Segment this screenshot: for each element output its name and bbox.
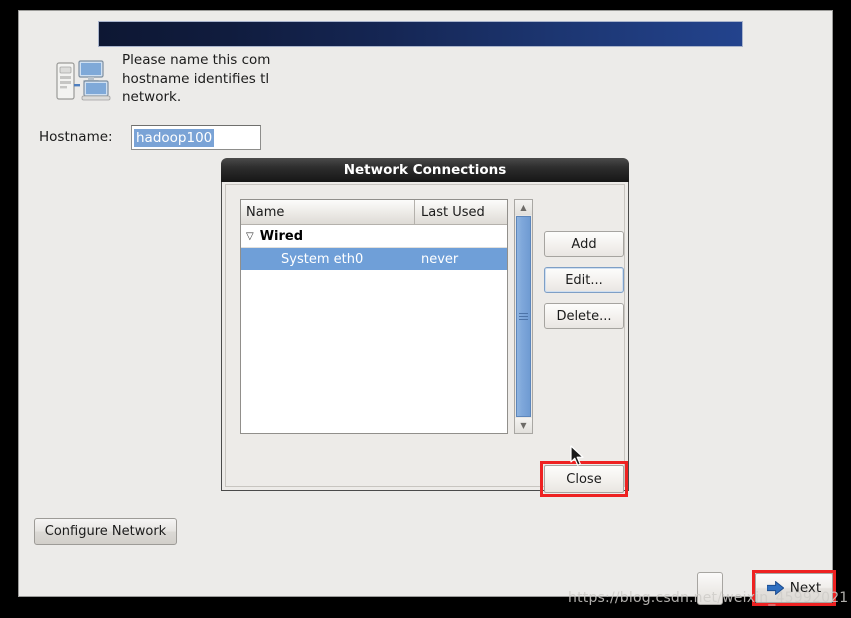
connections-list[interactable]: Name Last Used ▽ Wired System eth0 never xyxy=(240,199,508,434)
chevron-down-icon[interactable]: ▽ xyxy=(246,231,254,242)
configure-network-button[interactable]: Configure Network xyxy=(34,518,177,545)
intro-line-3: network. xyxy=(122,89,182,105)
installer-banner xyxy=(98,21,743,47)
scroll-up-icon[interactable]: ▲ xyxy=(515,200,532,215)
table-row[interactable]: System eth0 never xyxy=(241,248,507,270)
connections-list-header: Name Last Used xyxy=(241,200,507,225)
connection-group-label: Wired xyxy=(259,228,304,244)
intro-line-2: hostname identifies tl xyxy=(122,70,270,87)
connection-last-used: never xyxy=(421,251,459,267)
intro-text: Please name this com hostname identifies… xyxy=(122,51,273,107)
intro-block: Please name this com hostname identifies… xyxy=(39,49,459,111)
network-computers-icon xyxy=(56,60,111,101)
column-header-last-used[interactable]: Last Used xyxy=(415,200,507,224)
dialog-inner-frame: Name Last Used ▽ Wired System eth0 never xyxy=(225,184,628,497)
intro-line-1: Please name this com xyxy=(122,52,271,68)
column-header-name[interactable]: Name xyxy=(241,200,414,224)
close-annotation-highlight xyxy=(540,461,628,497)
delete-connection-button[interactable]: Delete... xyxy=(544,303,624,329)
dialog-titlebar: Network Connections xyxy=(221,158,629,182)
scroll-down-icon[interactable]: ▼ xyxy=(515,418,532,433)
network-connections-dialog: Network Connections Name Last Used ▽ Wir… xyxy=(221,158,629,497)
list-scrollbar[interactable]: ▲ ▼ xyxy=(514,199,533,434)
dialog-title: Network Connections xyxy=(343,162,507,178)
watermark: https://blog.csdn.net/weixin_45992021 xyxy=(568,590,849,606)
hostname-input[interactable]: hadoop100 xyxy=(131,125,261,150)
edit-connection-button[interactable]: Edit... xyxy=(544,267,624,293)
hostname-input-value: hadoop100 xyxy=(134,129,215,147)
scrollbar-grip-icon xyxy=(519,311,528,322)
hostname-label: Hostname: xyxy=(39,129,113,145)
close-button-group: Close xyxy=(540,461,628,497)
scrollbar-thumb[interactable] xyxy=(516,216,531,417)
connection-name: System eth0 xyxy=(281,251,364,267)
dialog-body: Name Last Used ▽ Wired System eth0 never xyxy=(221,182,629,497)
installer-window: Please name this com hostname identifies… xyxy=(18,10,836,606)
screen-background: Please name this com hostname identifies… xyxy=(0,0,851,618)
add-connection-button[interactable]: Add xyxy=(544,231,624,257)
connection-group-wired[interactable]: ▽ Wired xyxy=(241,225,507,248)
